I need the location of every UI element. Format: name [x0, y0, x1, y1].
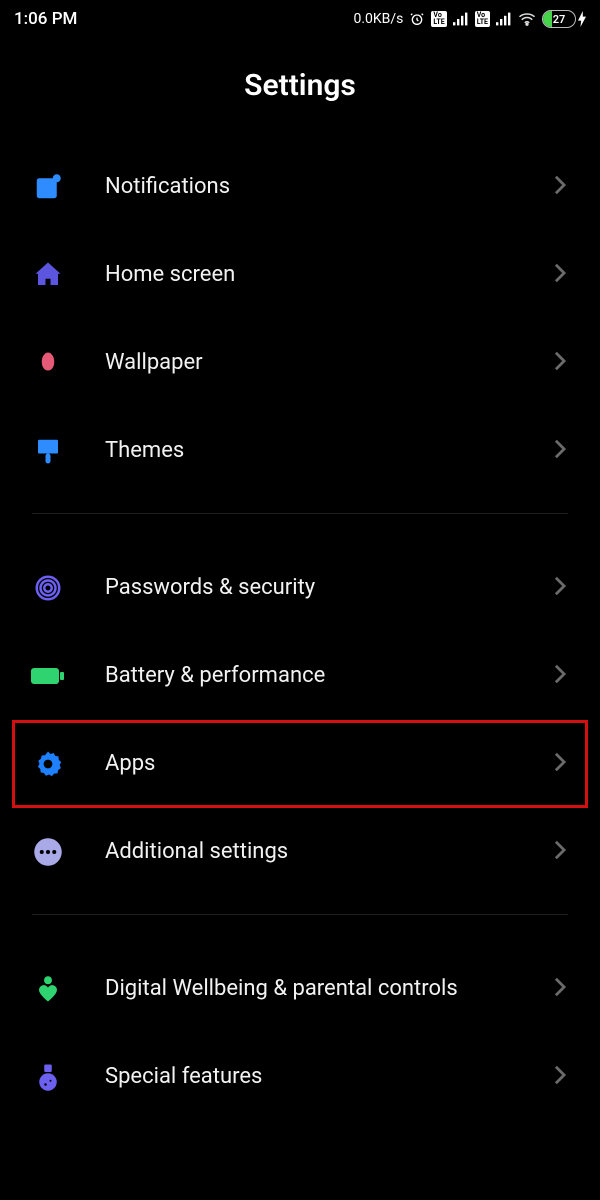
divider [32, 513, 568, 514]
settings-item-label: Apps [105, 750, 553, 778]
status-right: 0.0KB/s VoLTE VoLTE 27 [353, 10, 586, 28]
chevron-right-icon [553, 976, 577, 1002]
settings-item-special-features[interactable]: Special features [12, 1033, 588, 1121]
chevron-right-icon [553, 174, 577, 200]
heart-icon [31, 972, 65, 1006]
chevron-right-icon [553, 438, 577, 464]
signal-icon-1 [453, 12, 469, 26]
chevron-right-icon [553, 350, 577, 376]
settings-list: Notifications Home screen Wallpaper Them… [0, 143, 600, 1121]
volte-icon-1: VoLTE [431, 11, 446, 27]
settings-item-notifications[interactable]: Notifications [12, 143, 588, 231]
chevron-right-icon [553, 839, 577, 865]
notifications-icon [31, 170, 65, 204]
flower-icon [31, 346, 65, 380]
alarm-icon [409, 11, 425, 27]
settings-item-additional-settings[interactable]: Additional settings [12, 808, 588, 896]
settings-item-apps[interactable]: Apps [12, 720, 588, 808]
battery-icon [31, 659, 65, 693]
settings-item-label: Additional settings [105, 838, 553, 866]
volte-icon-2: VoLTE [475, 11, 490, 27]
settings-item-wallpaper[interactable]: Wallpaper [12, 319, 588, 407]
page-title: Settings [0, 68, 600, 103]
flask-icon [31, 1060, 65, 1094]
chevron-right-icon [553, 1064, 577, 1090]
chevron-right-icon [553, 663, 577, 689]
gear-icon [31, 747, 65, 781]
settings-item-label: Themes [105, 437, 553, 465]
chevron-right-icon [553, 262, 577, 288]
home-icon [31, 258, 65, 292]
settings-item-label: Special features [105, 1063, 553, 1091]
battery-percent: 27 [543, 13, 575, 26]
charging-icon [578, 11, 586, 27]
settings-item-themes[interactable]: Themes [12, 407, 588, 495]
settings-item-label: Passwords & security [105, 574, 553, 602]
settings-item-label: Home screen [105, 261, 553, 289]
status-net-speed: 0.0KB/s [353, 11, 403, 27]
status-time: 1:06 PM [14, 9, 77, 29]
chevron-right-icon [553, 751, 577, 777]
wifi-icon [518, 12, 536, 26]
battery-indicator: 27 [542, 10, 586, 28]
dots-icon [31, 835, 65, 869]
settings-item-passwords-security[interactable]: Passwords & security [12, 544, 588, 632]
brush-icon [31, 434, 65, 468]
settings-item-battery-performance[interactable]: Battery & performance [12, 632, 588, 720]
settings-item-label: Notifications [105, 173, 553, 201]
settings-item-digital-wellbeing[interactable]: Digital Wellbeing & parental controls [12, 945, 588, 1033]
signal-icon-2 [496, 12, 512, 26]
settings-screen: 1:06 PM 0.0KB/s VoLTE VoLTE 27 [0, 0, 600, 1200]
settings-item-label: Digital Wellbeing & parental controls [105, 975, 553, 1003]
status-bar: 1:06 PM 0.0KB/s VoLTE VoLTE 27 [0, 0, 600, 38]
settings-item-label: Wallpaper [105, 349, 553, 377]
settings-item-home-screen[interactable]: Home screen [12, 231, 588, 319]
divider [32, 914, 568, 915]
chevron-right-icon [553, 575, 577, 601]
fingerprint-icon [31, 571, 65, 605]
settings-item-label: Battery & performance [105, 662, 553, 690]
